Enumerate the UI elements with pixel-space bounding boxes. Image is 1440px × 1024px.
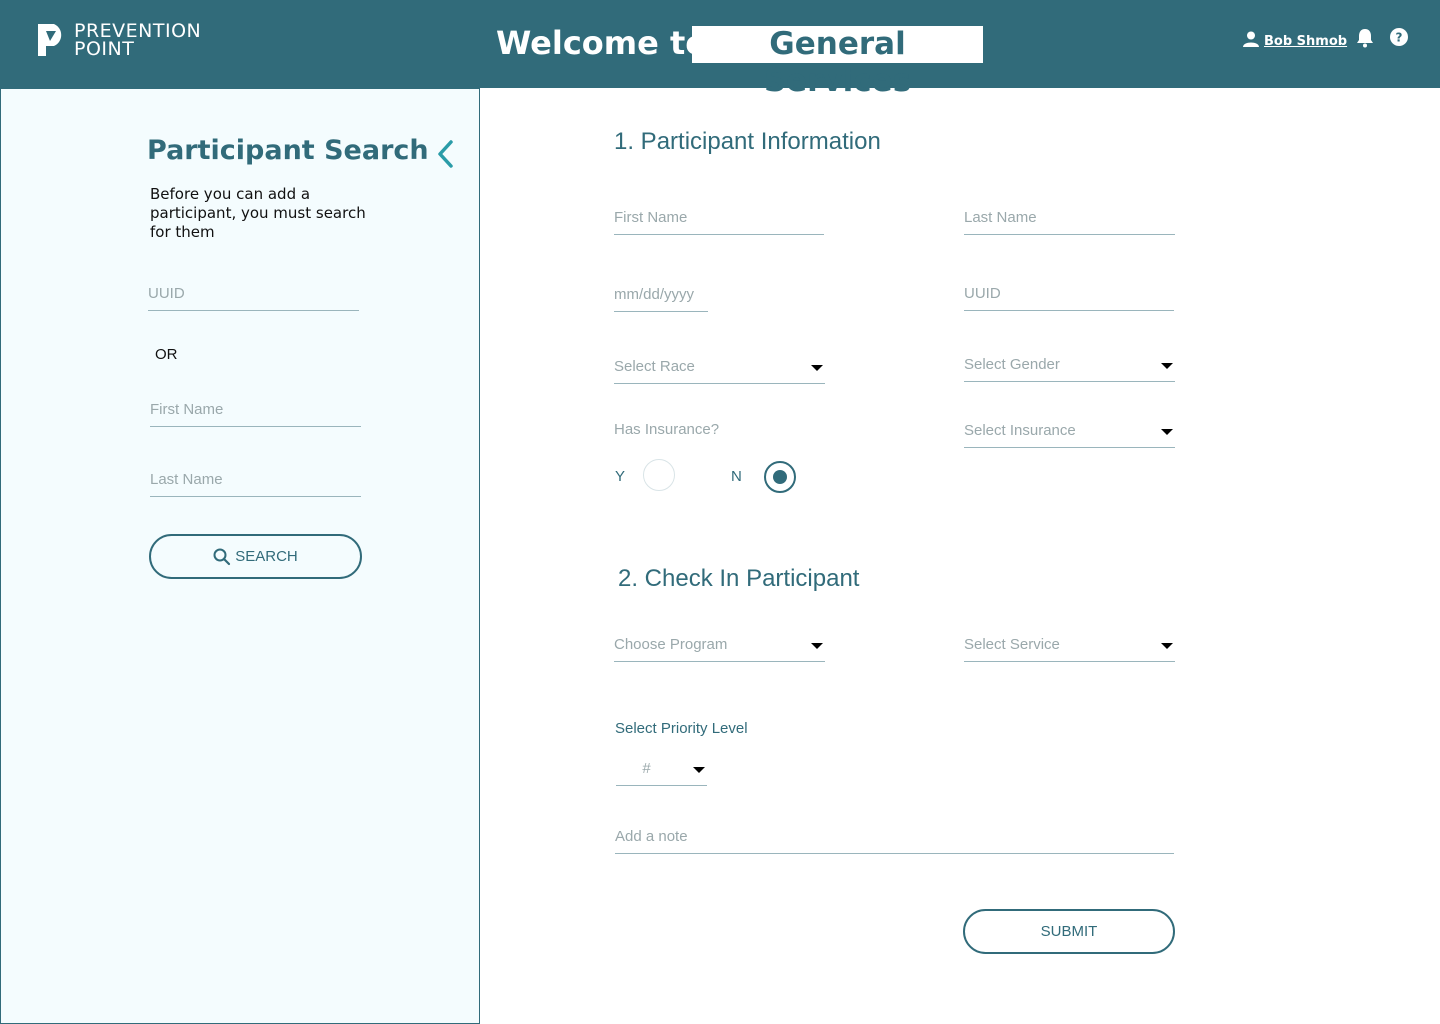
priority-select-value: # (642, 760, 651, 777)
chevron-left-icon[interactable] (435, 139, 455, 169)
program-select[interactable]: Choose Program (614, 635, 825, 662)
prevention-point-logo[interactable]: PREVENTION POINT (36, 22, 236, 62)
first-name-field (614, 208, 824, 235)
insurance-select[interactable]: Select Insurance (964, 421, 1175, 448)
bell-icon[interactable] (1356, 28, 1374, 48)
service-name-badge: General Services (692, 26, 983, 99)
caret-down-icon (693, 767, 705, 773)
caret-down-icon (1161, 363, 1173, 369)
search-first-name-field (150, 400, 361, 427)
race-select-value: Select Race (614, 358, 695, 375)
logo-mark-icon (38, 24, 62, 56)
welcome-heading: Welcome to (496, 24, 708, 62)
search-first-name-input[interactable] (150, 401, 361, 418)
sidebar-title: Participant Search (147, 135, 429, 166)
dob-input[interactable] (614, 286, 708, 303)
caret-down-icon (811, 365, 823, 371)
caret-down-icon (811, 643, 823, 649)
search-uuid-field (148, 284, 359, 311)
priority-select[interactable]: # (616, 759, 707, 786)
help-icon[interactable]: ? (1390, 28, 1408, 46)
service-select-value: Select Service (964, 636, 1060, 653)
insurance-yes-radio[interactable] (643, 459, 675, 491)
app-header: PREVENTION POINT Welcome to General Serv… (0, 0, 1440, 99)
gender-select-value: Select Gender (964, 356, 1060, 373)
insurance-select-value: Select Insurance (964, 422, 1076, 439)
user-icon (1243, 31, 1259, 47)
dob-field (614, 285, 708, 312)
note-field (615, 827, 1174, 854)
radio-yes-label: Y (615, 468, 626, 485)
search-icon (213, 548, 231, 565)
search-uuid-input[interactable] (148, 285, 359, 302)
logo-line-2: POINT (74, 38, 135, 60)
last-name-input[interactable] (964, 209, 1175, 226)
search-last-name-field (150, 470, 361, 497)
first-name-input[interactable] (614, 209, 824, 226)
note-input[interactable] (615, 828, 1174, 845)
search-last-name-input[interactable] (150, 471, 361, 488)
caret-down-icon (1161, 643, 1173, 649)
insurance-no-radio[interactable] (764, 461, 796, 493)
service-select[interactable]: Select Service (964, 635, 1175, 662)
priority-label: Select Priority Level (615, 720, 748, 737)
svg-text:?: ? (1396, 31, 1403, 45)
user-name-link[interactable]: Bob Shmob (1264, 34, 1347, 49)
radio-no-label: N (731, 468, 742, 485)
submit-button-label: SUBMIT (1040, 923, 1098, 940)
or-separator: OR (155, 346, 178, 363)
program-select-value: Choose Program (614, 636, 728, 653)
caret-down-icon (1161, 429, 1173, 435)
logo-text: PREVENTION POINT (74, 22, 201, 60)
search-button-label: SEARCH (235, 548, 298, 565)
last-name-field (964, 208, 1175, 235)
sidebar-description: Before you can add a participant, you mu… (150, 185, 366, 241)
section-1-title: 1. Participant Information (614, 128, 881, 155)
section-2-title: 2. Check In Participant (618, 565, 860, 592)
participant-search-panel: Participant Search Before you can add a … (0, 88, 480, 1024)
gender-select[interactable]: Select Gender (964, 355, 1175, 382)
user-menu[interactable]: Bob Shmob (1243, 28, 1347, 49)
submit-button[interactable]: SUBMIT (963, 909, 1175, 954)
insurance-question: Has Insurance? (614, 421, 720, 438)
uuid-field (964, 284, 1174, 311)
search-button[interactable]: SEARCH (149, 534, 362, 579)
uuid-input[interactable] (964, 285, 1174, 302)
race-select[interactable]: Select Race (614, 357, 825, 384)
